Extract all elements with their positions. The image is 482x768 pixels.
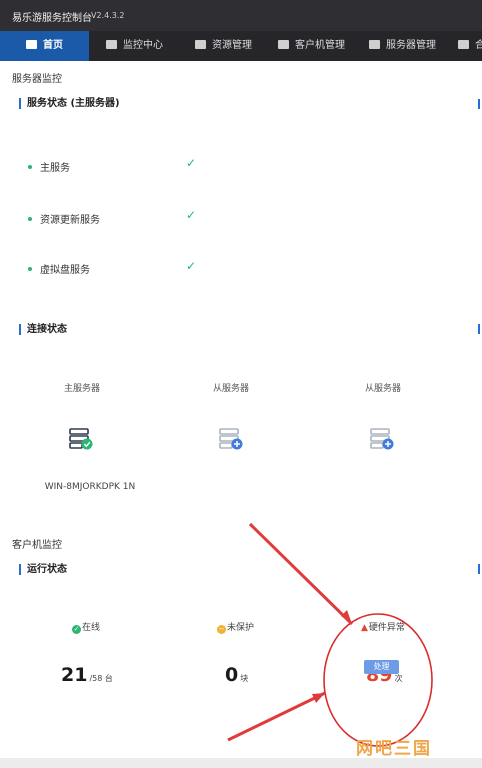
service-row-virtual-disk: 虚拟盘服务 (28, 261, 90, 276)
nav-tab-resources-label: 资源管理 (212, 40, 252, 51)
add-server-icon[interactable] (370, 428, 394, 450)
server-label-slave-1: 从服务器 (212, 384, 249, 394)
service-label: 主服务 (40, 163, 70, 174)
online-count-unit: /58 台 (89, 674, 113, 683)
nav-tab-servers-label: 服务器管理 (386, 40, 436, 51)
nav-tab-resources[interactable]: 资源管理 (195, 31, 252, 61)
service-label: 资源更新服务 (40, 215, 100, 226)
nav-tab-servers[interactable]: 服务器管理 (369, 31, 436, 61)
nav-tab-home[interactable]: 首页 (0, 31, 89, 61)
online-check-icon: ✓ (72, 625, 81, 634)
hardware-alert-count-unit: 次 (394, 674, 403, 683)
service-row-resource-update: 资源更新服务 (28, 211, 100, 226)
card-marker (478, 324, 480, 334)
unprotected-label-text: 未保护 (227, 623, 255, 633)
store-icon (458, 40, 469, 49)
server-monitor-heading: 服务器监控 (12, 74, 62, 85)
nav-tab-monitor-label: 监控中心 (123, 40, 163, 51)
connection-status-title: 连接状态 (19, 324, 67, 335)
unprotected-count-value: 0 (225, 664, 239, 686)
nav-tab-store-label: 合 (475, 40, 482, 51)
unprotected-count-unit: 块 (240, 674, 249, 683)
watermark-logo: 网吧三国 (356, 739, 432, 759)
client-monitor-heading: 客户机监控 (12, 540, 62, 551)
title-bar: 易乐游服务控制台 V2.4.3.2 (0, 0, 482, 31)
check-icon: ✓ (186, 208, 197, 222)
app-title: 易乐游服务控制台 (12, 13, 92, 24)
server-icon (369, 40, 380, 49)
app-version: V2.4.3.2 (91, 11, 125, 20)
hardware-alert-label-text: 硬件异常 (368, 623, 405, 633)
unprotected-label: − 未保护 (217, 620, 254, 634)
card-marker (478, 99, 480, 109)
status-dot (28, 267, 32, 271)
status-dot (28, 165, 32, 169)
server-label-main: 主服务器 (63, 384, 100, 394)
nav-tab-clients[interactable]: 客户机管理 (278, 31, 345, 61)
check-icon: ✓ (186, 259, 197, 273)
service-status-title: 服务状态 (主服务器) (19, 98, 120, 109)
status-dot (28, 217, 32, 221)
hardware-alert-label: ▲硬件异常 (361, 620, 405, 633)
home-icon (26, 40, 37, 49)
minus-icon: − (217, 625, 226, 634)
add-server-icon[interactable] (219, 428, 243, 450)
handle-button[interactable]: 处理 (364, 660, 399, 674)
service-row-main: 主服务 (28, 159, 70, 174)
run-status-title: 运行状态 (19, 564, 67, 575)
service-label: 虚拟盘服务 (40, 265, 90, 276)
online-label: ✓ 在线 (72, 620, 100, 634)
nav-tab-home-label: 首页 (43, 40, 63, 51)
client-icon (278, 40, 289, 49)
server-label-slave-2: 从服务器 (364, 384, 401, 394)
nav-tab-clients-label: 客户机管理 (295, 40, 345, 51)
monitor-icon (106, 40, 117, 49)
dashboard-content (0, 61, 482, 758)
online-count: 21/58 台 (61, 664, 113, 686)
bottom-bar (0, 758, 482, 768)
main-server-hostname: WIN-8MJORKDPK 1N (44, 482, 136, 492)
check-icon: ✓ (186, 156, 197, 170)
resource-icon (195, 40, 206, 49)
main-nav: 首页 监控中心 资源管理 客户机管理 服务器管理 合 (0, 31, 482, 61)
unprotected-count: 0块 (225, 664, 248, 686)
nav-tab-store[interactable]: 合 (458, 31, 482, 61)
nav-tab-monitor[interactable]: 监控中心 (106, 31, 163, 61)
card-marker (478, 564, 480, 574)
online-count-value: 21 (61, 664, 88, 686)
warning-icon: ▲ (361, 623, 368, 633)
online-label-text: 在线 (82, 623, 101, 633)
server-connected-icon[interactable] (69, 428, 93, 450)
